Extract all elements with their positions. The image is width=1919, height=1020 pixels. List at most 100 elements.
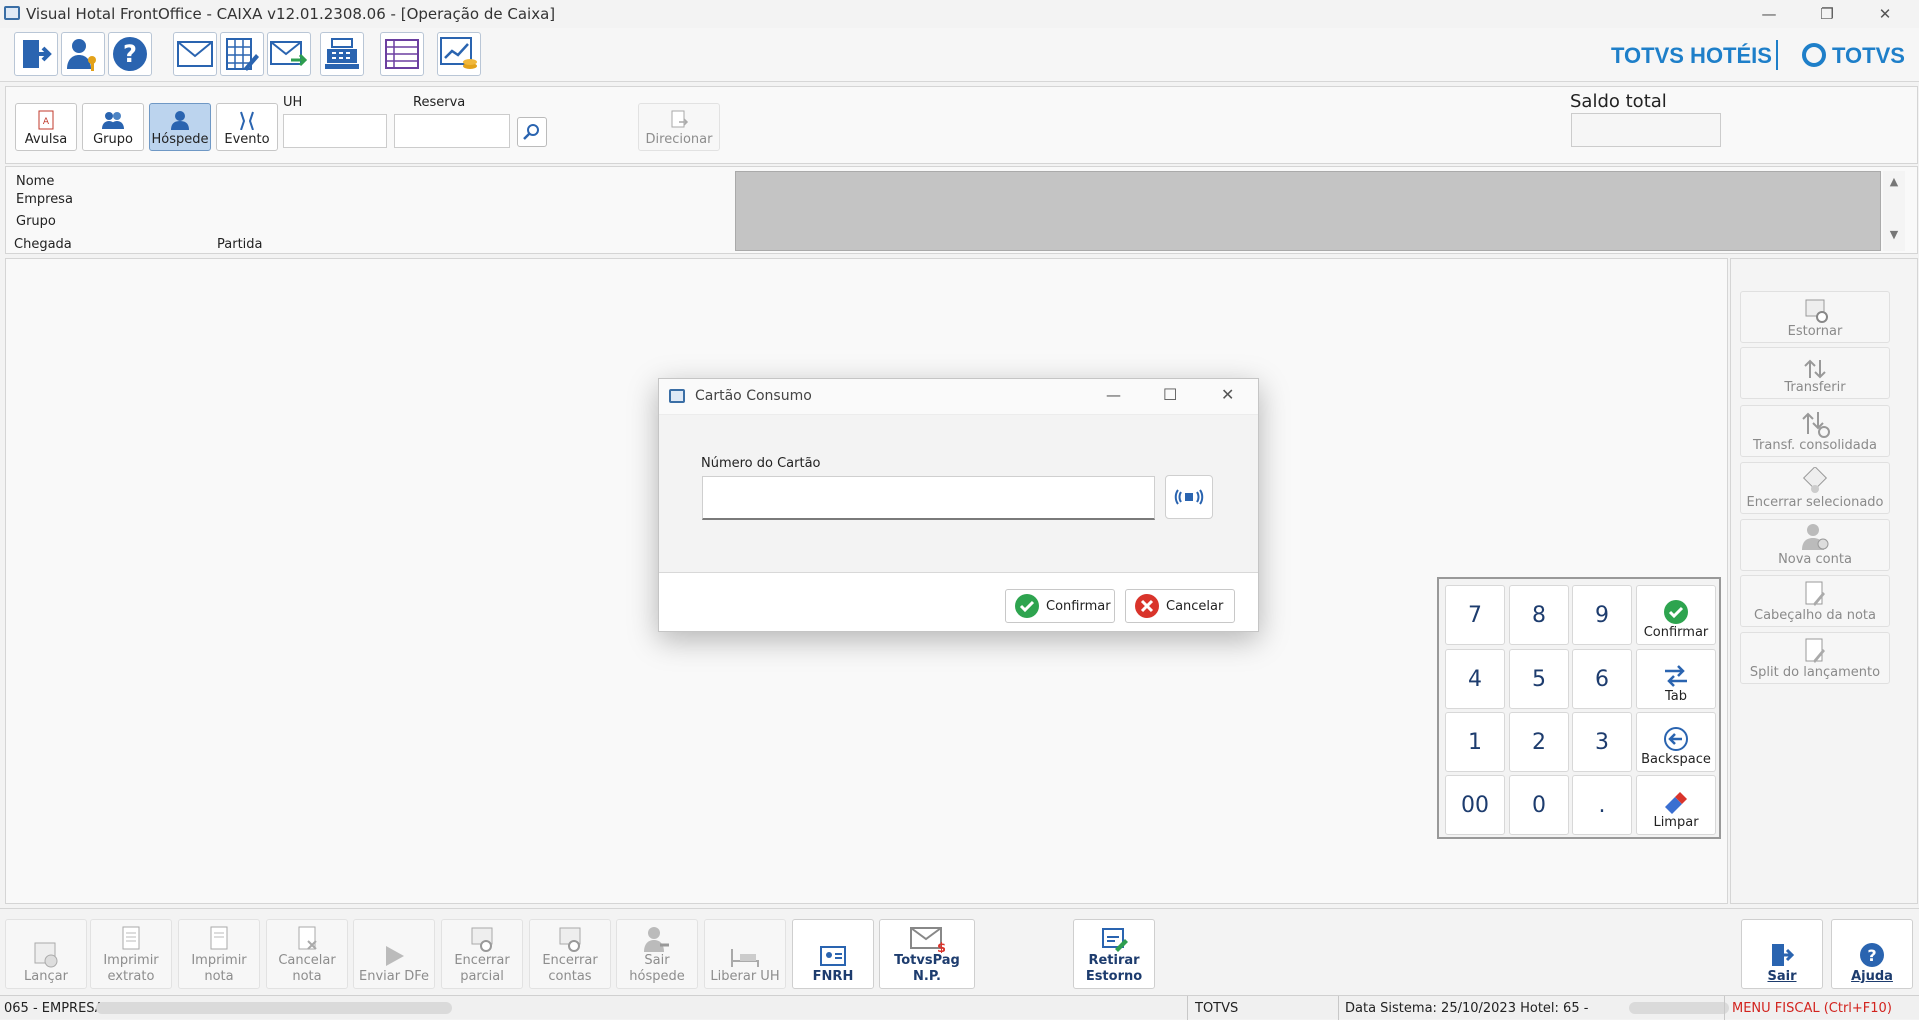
scroll-up-icon[interactable]: ▲ [1883,175,1905,188]
list-report-toolbar-button[interactable] [380,32,424,76]
cash-register-icon [325,38,359,69]
estornar-button[interactable]: Estornar [1740,291,1890,343]
card-number-input[interactable] [702,476,1155,520]
key-1[interactable]: 1 [1445,712,1505,772]
key-6[interactable]: 6 [1572,649,1632,709]
reserva-input[interactable] [394,114,510,148]
estornar-label: Estornar [1787,324,1843,339]
key-9[interactable]: 9 [1572,585,1632,645]
direcionar-button[interactable]: Direcionar [638,103,720,151]
totvspag-label: TotvsPag N.P. [894,953,960,984]
chart-toolbar-button[interactable] [437,32,481,76]
sair-hospede-label-1: Sair [644,953,670,968]
sair-button[interactable]: Sair [1741,919,1823,989]
close-button[interactable]: ✕ [1856,0,1914,28]
key-8[interactable]: 8 [1509,585,1569,645]
user-key-toolbar-button[interactable] [61,32,105,76]
guest-exit-icon [644,927,669,952]
key-dot[interactable]: . [1572,775,1632,835]
totvspag-button[interactable]: $ TotvsPag N.P. [879,919,975,989]
imprimir-nota-button[interactable]: Imprimir nota [178,919,260,989]
dialog-maximize-button[interactable]: ☐ [1163,385,1177,404]
liberar-uh-button[interactable]: Liberar UH [704,919,786,989]
menu-fiscal-link[interactable]: MENU FISCAL (Ctrl+F10) [1732,1001,1892,1016]
retirar-estorno-label-2: Estorno [1085,969,1143,984]
dialog-close-button[interactable]: ✕ [1221,385,1234,404]
status-totvs: TOTVS [1195,1001,1239,1016]
keypad-tab-button[interactable]: Tab [1636,649,1716,709]
fnrh-button[interactable]: FNRH [792,919,874,989]
split-lancamento-button[interactable]: Split do lançamento [1740,632,1890,684]
grupo-info-label: Grupo [16,214,56,229]
x-circle-icon [1135,594,1159,618]
nova-conta-button[interactable]: Nova conta [1740,519,1890,571]
status-blurred-text [96,1002,452,1014]
help-circle-icon: ? [1860,943,1884,967]
retirar-estorno-button[interactable]: Retirar Estorno [1073,919,1155,989]
dialog-title: Cartão Consumo [695,388,812,404]
cancelar-nota-button[interactable]: Cancelar nota [266,919,348,989]
key-00[interactable]: 00 [1445,775,1505,835]
cabecalho-nota-button[interactable]: Cabeçalho da nota [1740,575,1890,627]
cancelar-nota-label-2: nota [292,969,322,984]
avulsa-label: Avulsa [24,132,68,147]
exit-toolbar-button[interactable] [14,32,58,76]
send-mail-toolbar-button[interactable] [267,32,311,76]
encerrar-contas-label-1: Encerrar [542,953,598,968]
minimize-button[interactable]: — [1740,0,1798,28]
key-4[interactable]: 4 [1445,649,1505,709]
key-5[interactable]: 5 [1509,649,1569,709]
sair-hospede-button[interactable]: Sair hóspede [616,919,698,989]
key-2[interactable]: 2 [1509,712,1569,772]
grid-edit-toolbar-button[interactable] [220,32,264,76]
tab-key-label: Tab [1664,689,1687,704]
mail-toolbar-button[interactable] [173,32,217,76]
imprimir-extrato-button[interactable]: Imprimir extrato [90,919,172,989]
restore-button[interactable]: ❐ [1798,0,1856,28]
ajuda-button[interactable]: ? Ajuda [1831,919,1913,989]
enviar-dfe-button[interactable]: Enviar DFe [353,919,435,989]
hospede-button[interactable]: Hóspede [149,103,211,151]
encerrar-contas-button[interactable]: Encerrar contas [529,919,611,989]
dialog-minimize-button[interactable]: — [1106,386,1121,404]
dialog-cancel-button[interactable]: Cancelar [1125,589,1235,623]
dialog-confirm-label: Confirmar [1046,598,1111,614]
keypad-backspace-button[interactable]: Backspace [1636,712,1716,772]
main-toolbar: ? TOTVS HOTÉIS TOTVS [0,28,1919,82]
evento-button[interactable]: Evento [216,103,278,151]
uh-input[interactable] [283,114,387,148]
hospede-label: Hóspede [151,132,209,147]
notes-scrollbar[interactable]: ▲ ▼ [1883,171,1905,251]
encerrar-parcial-button[interactable]: Encerrar parcial [441,919,523,989]
grupo-button[interactable]: Grupo [82,103,144,151]
lancar-button[interactable]: Lançar [5,919,87,989]
lancar-label: Lançar [24,969,68,984]
cash-register-toolbar-button[interactable] [320,32,364,76]
saldo-total-label: Saldo total [1570,91,1667,112]
nova-conta-label: Nova conta [1778,552,1852,567]
transf-consolidada-button[interactable]: Transf. consolidada [1740,405,1890,457]
help-toolbar-button[interactable]: ? [108,32,152,76]
dialog-body: Número do Cartão [659,415,1258,573]
close-accounts-icon [559,927,581,952]
empresa-label: Empresa [16,192,73,207]
status-divider-3 [1724,996,1725,1020]
key-7[interactable]: 7 [1445,585,1505,645]
close-partial-icon [471,927,493,952]
dialog-confirm-button[interactable]: Confirmar [1005,589,1115,623]
encerrar-selecionado-button[interactable]: Encerrar selecionado [1740,462,1890,514]
keypad-clear-button[interactable]: Limpar [1636,775,1716,835]
rfid-reader-icon [1174,489,1204,505]
scroll-down-icon[interactable]: ▼ [1883,228,1905,241]
key-0[interactable]: 0 [1509,775,1569,835]
card-reader-button[interactable] [1165,475,1213,519]
cancel-invoice-icon [298,926,317,950]
check-circle-icon [1664,600,1688,624]
tab-arrows-icon [1665,665,1687,687]
line-chart-coins-icon [440,37,477,69]
search-button[interactable] [517,117,547,147]
keypad-confirm-button[interactable]: Confirmar [1636,585,1716,645]
avulsa-button[interactable]: A Avulsa [15,103,77,151]
transferir-button[interactable]: Transferir [1740,347,1890,399]
key-3[interactable]: 3 [1572,712,1632,772]
